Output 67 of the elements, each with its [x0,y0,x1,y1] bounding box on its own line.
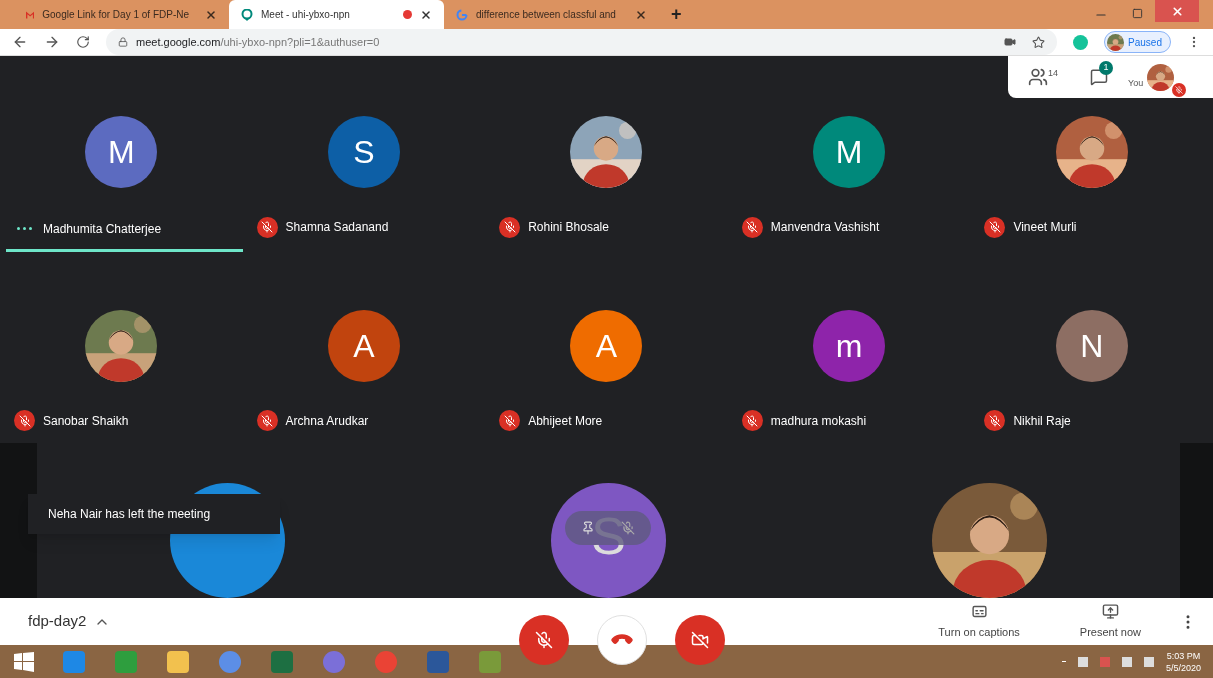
windows-icon[interactable] [14,651,34,672]
address-bar[interactable]: meet.google.com/uhi-ybxo-npn?pli=1&authuser=0 [106,29,1058,55]
tray-icon[interactable] [1143,656,1154,667]
reload-icon[interactable] [76,35,90,49]
tab-title: Meet - uhi-ybxo-npn [261,8,350,22]
meeting-name[interactable]: fdp-day2 [28,610,87,633]
camera-off-icon [691,631,709,649]
clock-time: 5:03 PM [1166,649,1201,662]
profile-button[interactable]: Paused [1104,31,1171,53]
avatar-initial: N [1080,326,1104,366]
new-tab-button[interactable]: + [659,0,694,29]
toolbar-action[interactable]: Turn on captions [938,602,1020,641]
close-icon[interactable] [635,8,647,21]
close-icon[interactable] [205,8,217,21]
participant-name: Madhumita Chatterjee [43,220,162,238]
hang-up-button[interactable] [597,615,647,665]
mail-icon [26,9,35,20]
people-count: 14 [1048,67,1058,80]
browser-tab[interactable]: Google Link for Day 1 of FDP-Ne [14,0,229,29]
participant-name: Abhijeet More [528,412,603,430]
avatar-initial: m [835,326,863,366]
browser-tab[interactable]: difference between classful and [444,0,659,29]
participant-name: Rohini Bhosale [528,219,609,236]
chat-badge: 1 [1099,61,1113,75]
restore-icon[interactable] [1132,8,1143,19]
close-icon [1170,4,1184,18]
forward-icon[interactable] [44,34,60,50]
clock-date: 5/5/2020 [1165,661,1201,674]
close-icon[interactable] [420,8,432,21]
avatar-initial: S [353,133,375,173]
participant-name: Sanobar Shaikh [43,412,129,430]
present-screen-icon [1101,602,1119,620]
extension-icon[interactable] [1073,34,1089,50]
toast-message: Neha Nair has left the meeting [48,506,211,523]
star-icon[interactable] [1032,35,1046,49]
participant-name: Nikhil Raje [1013,412,1071,430]
avatar-initial: A [595,326,618,366]
tray-icon[interactable] [1121,656,1132,667]
camera-icon [1004,36,1017,48]
participant-name: Manvendra Vashisht [770,219,880,236]
avatar-initial: A [353,326,375,366]
url-text: meet.google.com/uhi-ybxo-npn?pli=1&authuser=0 [136,34,380,50]
microphone-button[interactable] [519,615,569,665]
location-pin-icon [241,8,253,21]
avatar-initial: M [107,133,135,173]
participant-name: Shamna Sadanand [285,219,389,236]
browser-tab[interactable]: Meet - uhi-ybxo-npn [229,0,444,29]
back-icon[interactable] [12,34,28,50]
google-icon [456,8,468,21]
tab-title: difference between classful and [476,8,616,22]
avatar-initial: S [591,506,626,567]
people-icon[interactable] [1028,67,1048,87]
avatar-initial: M [835,133,863,173]
tab-title: Google Link for Day 1 of FDP-Ne [42,8,189,22]
pin-icon[interactable] [581,521,595,535]
camera-button[interactable] [675,615,725,665]
lock-icon [118,37,128,47]
self-label: You [1128,77,1144,90]
profile-status: Paused [1128,35,1162,50]
close-window-button[interactable] [1155,0,1199,22]
participant-name: madhura mokashi [770,412,867,430]
chat-icon[interactable] [1090,68,1108,86]
participant-name: Vineet Murli [1013,219,1077,236]
participant-name: Archna Arudkar [285,412,369,430]
mic-off-icon [535,631,553,649]
tray-icon[interactable] [1077,656,1088,667]
toolbar-action[interactable]: Present now [1079,602,1141,641]
